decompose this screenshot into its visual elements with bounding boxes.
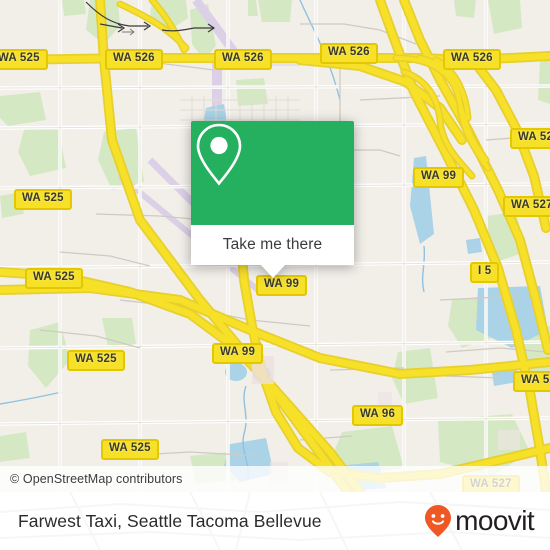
highway-shield: WA 525 (25, 268, 83, 289)
highway-shield: WA 526 (320, 43, 378, 64)
highway-shield: WA 526 (443, 49, 501, 70)
moovit-logo[interactable]: moovit (423, 504, 535, 538)
highway-shield: WA 96 (352, 405, 404, 426)
map-screenshot: WA 525 WA 526 WA 526 WA 526 WA 526 WA 527 WA 9… (0, 0, 550, 550)
popup-action-bar[interactable]: Take me there (191, 225, 354, 265)
place-title: Farwest Taxi, Seattle Tacoma Bellevue (18, 510, 322, 531)
highway-shield: WA 527 (503, 196, 550, 217)
highway-shield: WA 525 (14, 189, 72, 210)
moovit-pin-icon (425, 505, 452, 537)
highway-shield: WA 526 (214, 49, 272, 70)
take-me-there-label: Take me there (222, 236, 323, 253)
highway-shield: WA 526 (105, 49, 163, 70)
highway-shield: WA 525 (67, 350, 125, 371)
map-attribution-bar: © OpenStreetMap contributors (0, 466, 550, 492)
openstreetmap-attribution[interactable]: © OpenStreetMap contributors (0, 472, 183, 486)
highway-shield: WA 99 (256, 275, 308, 296)
highway-shield: WA 525 (101, 439, 159, 460)
take-me-there-popup[interactable]: Take me there (191, 121, 354, 278)
highway-shield: WA 525 (0, 49, 48, 70)
highway-shield: I 5 (470, 262, 500, 283)
popup-green-panel (191, 121, 354, 225)
map-canvas[interactable]: WA 525 WA 526 WA 526 WA 526 WA 526 WA 527 WA 9… (0, 0, 550, 492)
highway-shield: WA 99 (413, 167, 465, 188)
highway-shield: WA 52 (513, 371, 550, 392)
highway-shield: WA 99 (212, 343, 264, 364)
highway-shield: WA 527 (510, 128, 550, 149)
moovit-wordmark: moovit (455, 505, 534, 536)
bottom-info-bar: Farwest Taxi, Seattle Tacoma Bellevue mo… (0, 492, 550, 550)
popup-tail-pointer (259, 264, 286, 278)
map-pin-icon (196, 123, 242, 186)
